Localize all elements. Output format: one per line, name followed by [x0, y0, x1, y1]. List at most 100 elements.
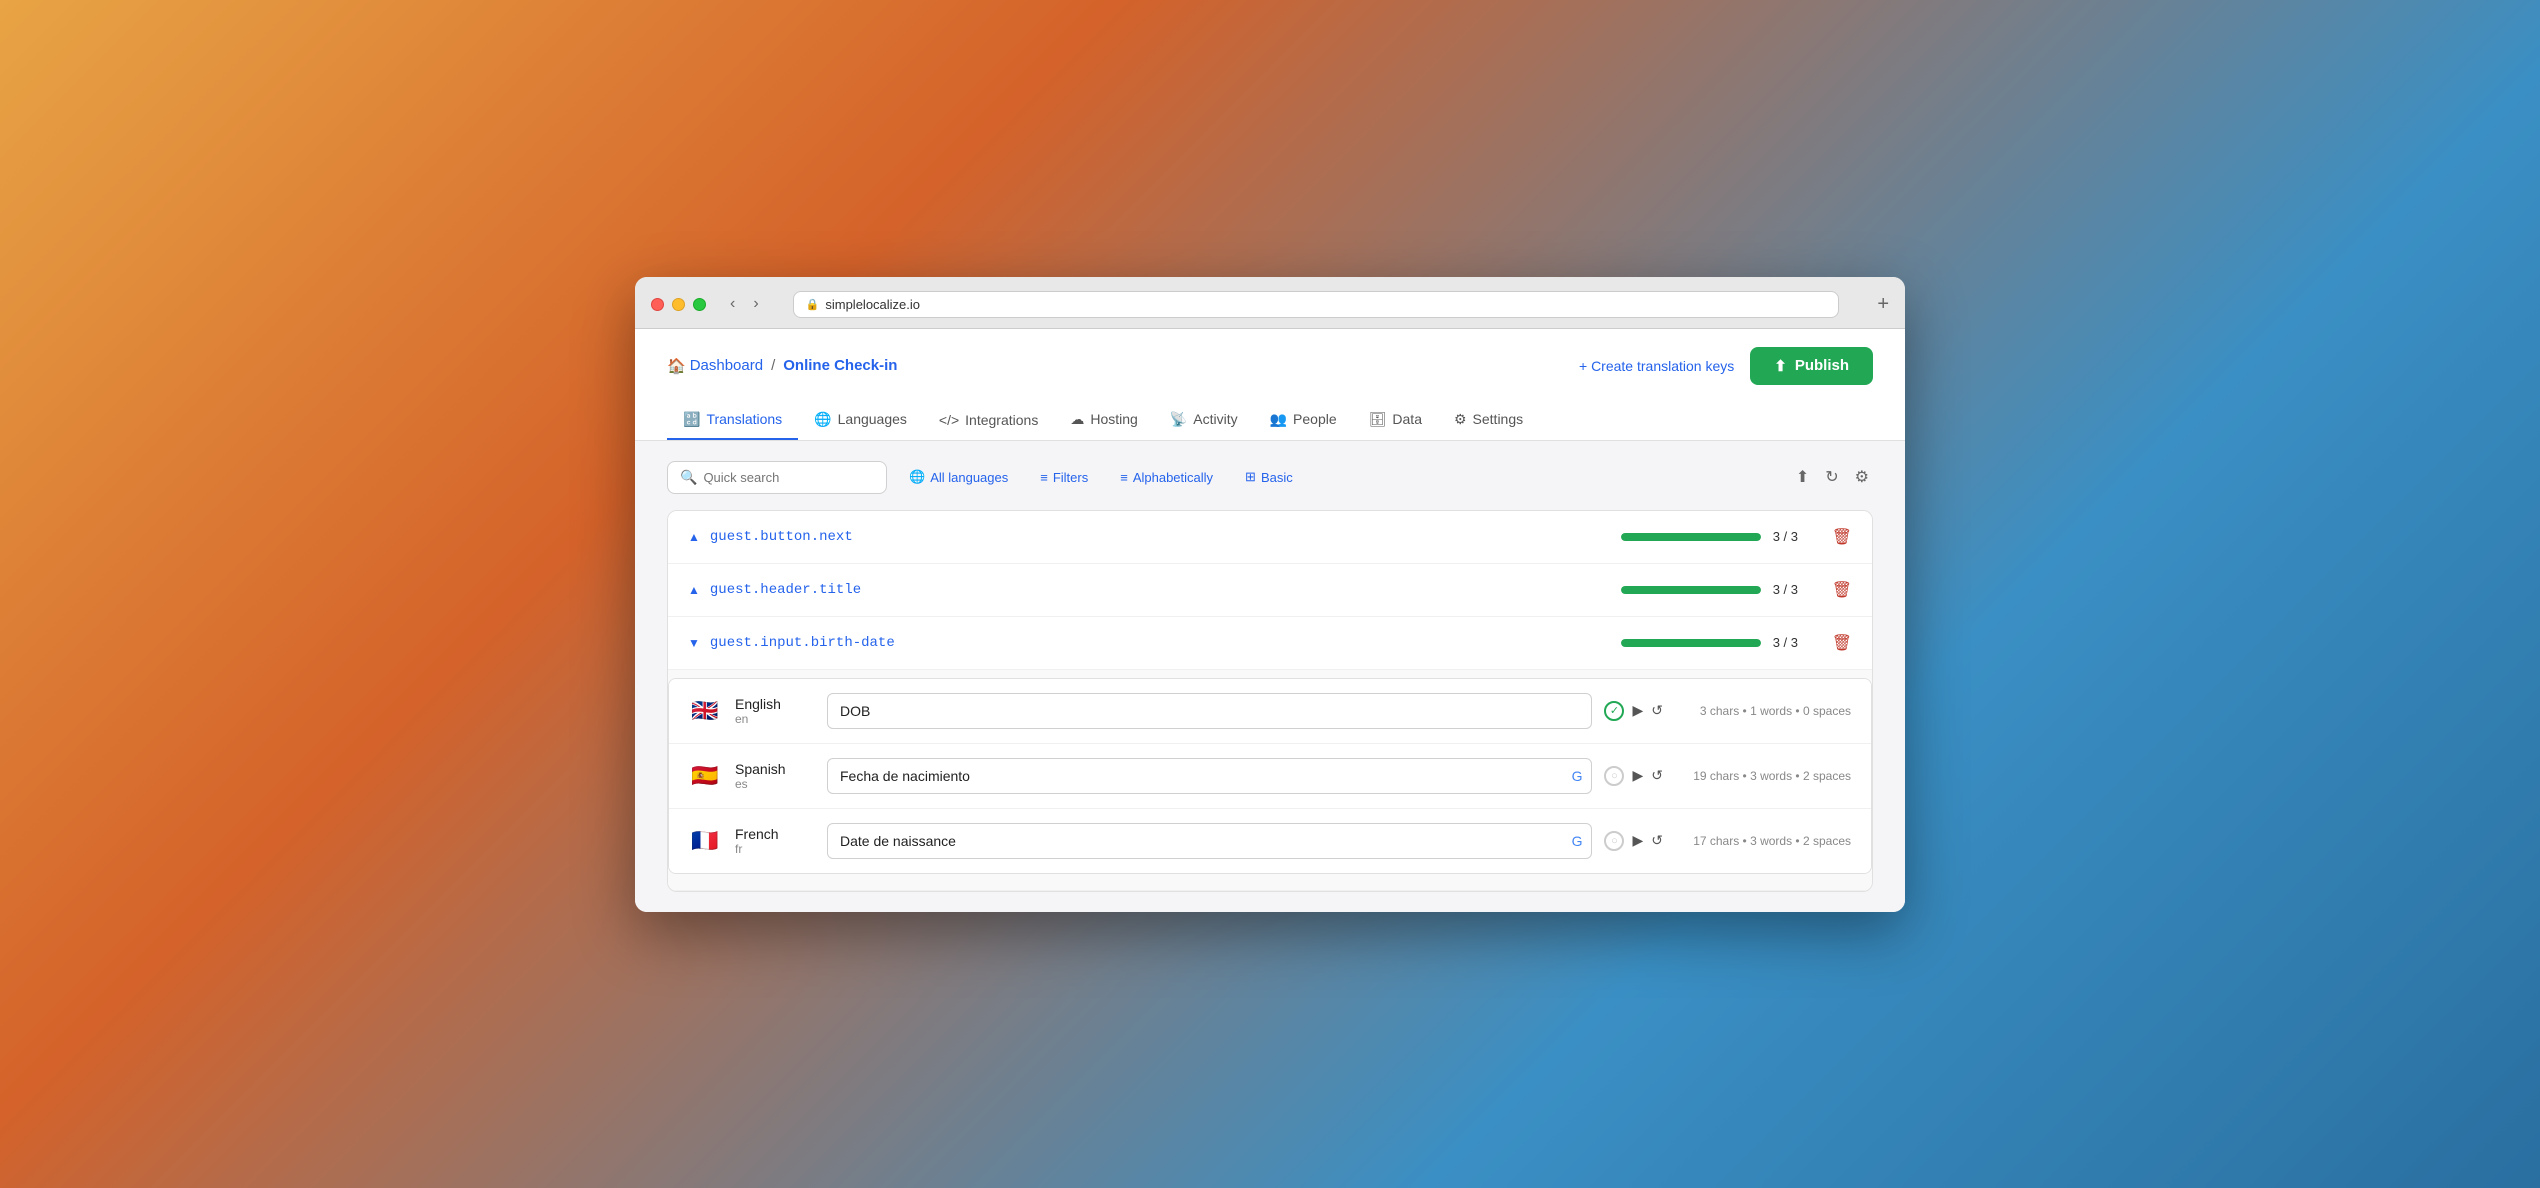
alphabetically-button[interactable]: ≡ Alphabetically: [1110, 464, 1223, 491]
english-input-wrap: [827, 693, 1592, 729]
french-flag: 🇫🇷: [689, 825, 721, 857]
refresh-button[interactable]: ↻: [1821, 463, 1842, 491]
lock-icon: 🔒: [806, 298, 820, 311]
progress-label-2: 3 / 3: [1773, 582, 1808, 597]
french-input-wrap: G: [827, 823, 1592, 859]
play-button-es[interactable]: ▶: [1632, 767, 1643, 784]
french-actions: ○ ▶ ↺ 17 chars • 3 words • 2 spaces: [1604, 831, 1851, 851]
play-button-fr[interactable]: ▶: [1632, 832, 1643, 849]
tab-integrations-label: Integrations: [965, 412, 1038, 428]
toolbar: 🔍 🌐 All languages ≡ Filters ≡ Alphabetic…: [667, 461, 1873, 494]
english-info: English en: [735, 696, 815, 726]
search-box[interactable]: 🔍: [667, 461, 887, 494]
browser-controls: ‹ › 🔒 simplelocalize.io +: [651, 291, 1889, 318]
tab-integrations[interactable]: </> Integrations: [923, 402, 1054, 440]
french-status: ○: [1604, 831, 1624, 851]
breadcrumb-row: 🏠 Dashboard / Online Check-in + Create t…: [667, 347, 1873, 385]
data-icon: 🗄: [1369, 411, 1387, 428]
expand-button-1[interactable]: ▲: [688, 530, 700, 544]
forward-button[interactable]: ›: [747, 293, 764, 315]
basic-button[interactable]: ⊞ Basic: [1235, 463, 1303, 491]
spanish-info: Spanish es: [735, 761, 815, 791]
browser-content: 🏠 Dashboard / Online Check-in + Create t…: [635, 329, 1905, 912]
progress-bar-container-1: [1621, 533, 1761, 541]
settings-icon: ⚙: [1454, 411, 1467, 428]
progress-label-1: 3 / 3: [1773, 529, 1808, 544]
search-icon: 🔍: [680, 469, 697, 486]
publish-button[interactable]: ⬆ Publish: [1750, 347, 1873, 385]
french-info: French fr: [735, 826, 815, 856]
delete-button-1[interactable]: 🗑: [1832, 527, 1852, 547]
tab-people[interactable]: 👥 People: [1254, 401, 1353, 440]
create-translation-keys-button[interactable]: + Create translation keys: [1579, 358, 1734, 374]
google-translate-icon-es: G: [1572, 768, 1583, 784]
alphabetically-label: Alphabetically: [1133, 470, 1213, 485]
search-input[interactable]: [703, 470, 874, 485]
globe-icon: 🌐: [909, 469, 925, 485]
tab-data[interactable]: 🗄 Data: [1353, 401, 1438, 440]
breadcrumb-separator: /: [771, 357, 775, 374]
progress-bar-container-2: [1621, 586, 1761, 594]
filters-button[interactable]: ≡ Filters: [1030, 464, 1098, 491]
history-button-en[interactable]: ↺: [1651, 702, 1663, 719]
list-item: 🇫🇷 French fr G ○ ▶: [669, 809, 1871, 873]
basic-label: Basic: [1261, 470, 1293, 485]
delete-button-2[interactable]: 🗑: [1832, 580, 1852, 600]
tab-hosting-label: Hosting: [1090, 411, 1137, 427]
delete-button-3[interactable]: 🗑: [1832, 633, 1852, 653]
all-languages-filter[interactable]: 🌐 All languages: [899, 463, 1018, 491]
spanish-translation-input[interactable]: [827, 758, 1592, 794]
row-progress-3: 3 / 3 🗑: [1621, 633, 1852, 653]
tab-activity-label: Activity: [1193, 411, 1237, 427]
tab-settings[interactable]: ⚙ Settings: [1438, 401, 1539, 440]
breadcrumb: 🏠 Dashboard / Online Check-in: [667, 357, 897, 375]
filter-icon: ≡: [1040, 470, 1048, 485]
home-icon: 🏠: [667, 357, 686, 375]
breadcrumb-dashboard[interactable]: Dashboard: [690, 357, 763, 374]
progress-bar-fill-3: [1621, 639, 1761, 647]
history-button-es[interactable]: ↺: [1651, 767, 1663, 784]
spanish-flag: 🇪🇸: [689, 760, 721, 792]
row-progress-2: 3 / 3 🗑: [1621, 580, 1852, 600]
new-tab-button[interactable]: +: [1877, 293, 1889, 316]
collapse-all-button[interactable]: ⬆: [1792, 463, 1813, 491]
spanish-status: ○: [1604, 766, 1624, 786]
english-code: en: [735, 712, 815, 726]
translation-key-2: guest.header.title: [710, 582, 1621, 598]
table-row: ▲ guest.button.next 3 / 3 🗑: [668, 511, 1872, 564]
tab-people-label: People: [1293, 411, 1337, 427]
back-button[interactable]: ‹: [724, 293, 741, 315]
tab-hosting[interactable]: ☁ Hosting: [1054, 401, 1153, 440]
play-button-en[interactable]: ▶: [1632, 702, 1643, 719]
nav-buttons: ‹ ›: [724, 293, 765, 315]
nav-tabs: 🔡 Translations 🌐 Languages </> Integrati…: [667, 401, 1873, 440]
expanded-card: 🇬🇧 English en ✓ ▶ ↺: [668, 678, 1872, 874]
activity-icon: 📡: [1170, 411, 1187, 428]
tab-languages[interactable]: 🌐 Languages: [798, 401, 923, 440]
close-button[interactable]: [651, 298, 664, 311]
address-bar[interactable]: 🔒 simplelocalize.io: [793, 291, 1840, 318]
french-translation-input[interactable]: [827, 823, 1592, 859]
expand-button-3[interactable]: ▼: [688, 636, 700, 650]
french-chars-info: 17 chars • 3 words • 2 spaces: [1671, 834, 1851, 848]
all-languages-label: All languages: [930, 470, 1008, 485]
maximize-button[interactable]: [693, 298, 706, 311]
list-item: 🇬🇧 English en ✓ ▶ ↺: [669, 679, 1871, 744]
expand-button-2[interactable]: ▲: [688, 583, 700, 597]
english-translation-input[interactable]: [827, 693, 1592, 729]
settings-gear-button[interactable]: ⚙: [1851, 463, 1873, 491]
url-text: simplelocalize.io: [825, 297, 920, 312]
breadcrumb-current: Online Check-in: [783, 357, 897, 374]
app-header: 🏠 Dashboard / Online Check-in + Create t…: [635, 329, 1905, 441]
table-row: ▲ guest.header.title 3 / 3 🗑: [668, 564, 1872, 617]
main-content: 🔍 🌐 All languages ≡ Filters ≡ Alphabetic…: [635, 441, 1905, 912]
tab-translations[interactable]: 🔡 Translations: [667, 401, 798, 440]
tab-activity[interactable]: 📡 Activity: [1154, 401, 1254, 440]
progress-bar-container-3: [1621, 639, 1761, 647]
minimize-button[interactable]: [672, 298, 685, 311]
history-button-fr[interactable]: ↺: [1651, 832, 1663, 849]
english-chars-info: 3 chars • 1 words • 0 spaces: [1671, 704, 1851, 718]
translation-list: ▲ guest.button.next 3 / 3 🗑 ▲ guest.head…: [667, 510, 1873, 892]
hosting-icon: ☁: [1070, 411, 1084, 428]
french-name: French: [735, 826, 815, 842]
